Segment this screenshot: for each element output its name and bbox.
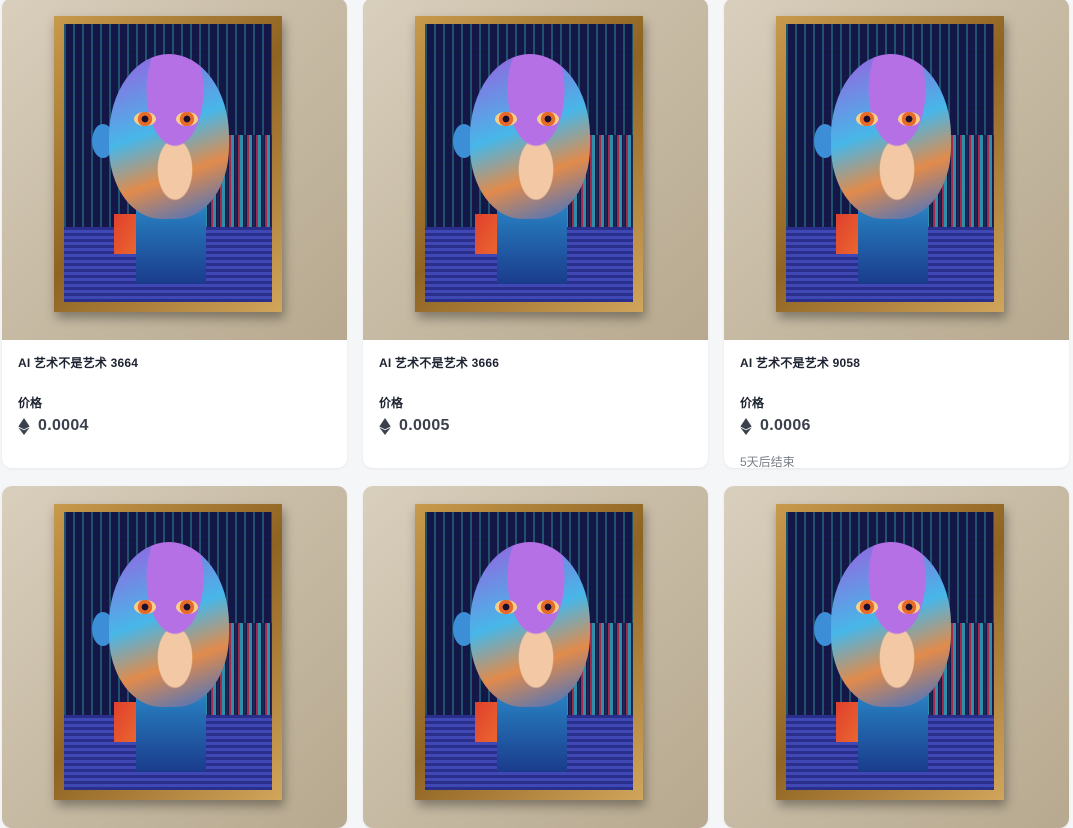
ethereum-icon (18, 417, 30, 435)
nft-card[interactable]: AI 艺术不是艺术 3664 价格 0.0004 (2, 0, 347, 468)
nft-artwork-image[interactable] (363, 0, 708, 340)
nft-card[interactable]: AI 艺术不是艺术 3666 价格 0.0005 (363, 0, 708, 468)
nft-card[interactable] (2, 486, 347, 828)
nft-artwork-image[interactable] (724, 0, 1069, 340)
price-label: 价格 (18, 396, 43, 410)
nft-title[interactable]: AI 艺术不是艺术 9058 (740, 354, 1053, 371)
nft-title[interactable]: AI 艺术不是艺术 3664 (18, 354, 331, 371)
nft-title[interactable]: AI 艺术不是艺术 3666 (379, 354, 692, 371)
nft-card[interactable] (363, 486, 708, 828)
nft-artwork-image[interactable] (2, 486, 347, 828)
price-value: 0.0004 (38, 417, 89, 434)
nft-artwork-image[interactable] (363, 486, 708, 828)
price-label: 价格 (740, 396, 765, 410)
price-value: 0.0005 (399, 417, 450, 434)
price-label: 价格 (379, 396, 404, 410)
nft-card[interactable]: AI 艺术不是艺术 9058 价格 0.0006 5天后结束 (724, 0, 1069, 468)
ethereum-icon (379, 417, 391, 435)
ethereum-icon (740, 417, 752, 435)
nft-artwork-image[interactable] (2, 0, 347, 340)
auction-end-time: 5天后结束 (740, 455, 795, 468)
price-value: 0.0006 (760, 417, 811, 434)
nft-artwork-image[interactable] (724, 486, 1069, 828)
nft-card[interactable] (724, 486, 1069, 828)
